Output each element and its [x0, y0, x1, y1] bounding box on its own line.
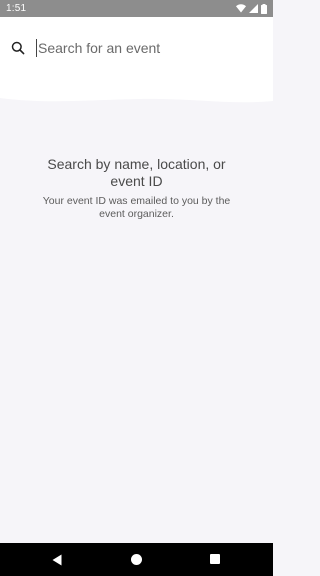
- status-icons: [236, 3, 267, 14]
- search-icon[interactable]: [11, 41, 25, 55]
- empty-state-title: Search by name, location, or event ID: [47, 156, 226, 189]
- status-bar: 1:51: [0, 0, 273, 17]
- search-header: [0, 17, 273, 85]
- recents-icon[interactable]: [210, 554, 220, 564]
- empty-state: Search by name, location, or event ID Yo…: [0, 156, 273, 221]
- wifi-icon: [236, 4, 246, 13]
- home-icon[interactable]: [131, 554, 142, 565]
- event-search-screen: 1:51 Search for an event Search by name,…: [0, 0, 273, 576]
- cellular-signal-icon: [249, 4, 258, 13]
- empty-state-subtitle: Your event ID was emailed to you by the …: [42, 195, 231, 220]
- system-nav-bar: [0, 543, 273, 576]
- back-icon[interactable]: [52, 553, 62, 571]
- text-cursor: [36, 39, 37, 57]
- search-input[interactable]: [36, 37, 256, 59]
- status-time: 1:51: [6, 3, 27, 14]
- battery-icon: [261, 3, 267, 14]
- header-wave-divider: [0, 84, 273, 103]
